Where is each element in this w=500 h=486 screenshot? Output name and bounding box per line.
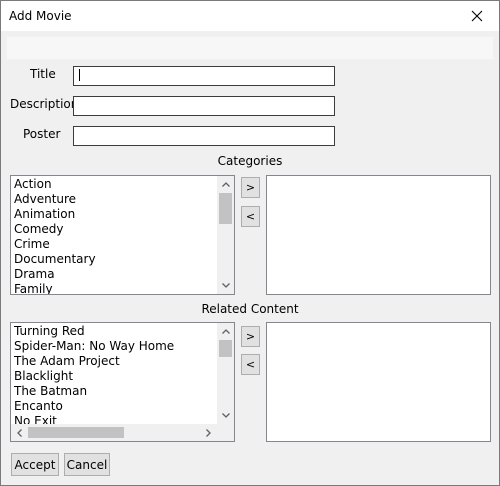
selected-related-listbox[interactable]: [266, 322, 491, 442]
add-movie-dialog: Add Movie Title Description Poster Categ…: [0, 0, 500, 486]
title-input[interactable]: [73, 66, 335, 86]
scroll-up-arrow-icon: [221, 329, 230, 334]
description-label: Description: [10, 97, 79, 111]
related-content-heading: Related Content: [201, 302, 299, 316]
close-icon: [471, 10, 483, 22]
list-item[interactable]: The Batman: [13, 384, 174, 399]
scroll-down-button[interactable]: [217, 407, 234, 424]
list-item[interactable]: Family: [13, 282, 96, 294]
scrollbar-corner: [217, 424, 234, 441]
scroll-up-button[interactable]: [217, 323, 234, 340]
categories-heading: Categories: [217, 154, 283, 168]
poster-label: Poster: [23, 127, 61, 141]
scroll-down-arrow-icon: [221, 283, 230, 288]
list-item[interactable]: Crime: [13, 237, 96, 252]
poster-input[interactable]: [73, 126, 335, 146]
remove-category-button[interactable]: <: [241, 206, 260, 227]
categories-listbox[interactable]: Action Adventure Animation Comedy Crime Docum…: [10, 175, 235, 295]
text-caret: [79, 69, 80, 81]
list-item[interactable]: Blacklight: [13, 369, 174, 384]
categories-vertical-scrollbar[interactable]: [217, 176, 234, 294]
scroll-up-arrow-icon: [221, 182, 230, 187]
related-vertical-scrollbar[interactable]: [217, 323, 234, 424]
scroll-down-button[interactable]: [217, 277, 234, 294]
scroll-down-arrow-icon: [221, 413, 230, 418]
list-item[interactable]: Action: [13, 177, 96, 192]
list-item[interactable]: Adventure: [13, 192, 96, 207]
remove-related-button[interactable]: <: [241, 354, 260, 375]
add-related-button[interactable]: >: [241, 326, 260, 347]
accept-button[interactable]: Accept: [11, 453, 59, 476]
list-item[interactable]: The Adam Project: [13, 354, 174, 369]
related-content-listbox[interactable]: Turning Red Spider-Man: No Way Home The Ad…: [10, 322, 235, 442]
list-item[interactable]: Drama: [13, 267, 96, 282]
scroll-right-button[interactable]: [200, 424, 217, 441]
cancel-button[interactable]: Cancel: [64, 453, 110, 476]
description-input[interactable]: [73, 96, 335, 116]
list-item[interactable]: Animation: [13, 207, 96, 222]
scroll-left-arrow-icon: [17, 428, 22, 437]
list-item[interactable]: Documentary: [13, 252, 96, 267]
scroll-thumb[interactable]: [219, 193, 232, 224]
list-item[interactable]: Comedy: [13, 222, 96, 237]
selected-categories-listbox[interactable]: [266, 175, 491, 295]
window-title: Add Movie: [9, 9, 72, 23]
info-banner: [7, 37, 493, 59]
scroll-right-arrow-icon: [206, 428, 211, 437]
related-content-items: Turning Red Spider-Man: No Way Home The Ad…: [13, 324, 174, 429]
list-item[interactable]: Turning Red: [13, 324, 174, 339]
list-item[interactable]: Spider-Man: No Way Home: [13, 339, 174, 354]
close-button[interactable]: [455, 1, 499, 31]
list-item[interactable]: Encanto: [13, 399, 174, 414]
scroll-left-button[interactable]: [11, 424, 28, 441]
title-bar: Add Movie: [1, 1, 499, 31]
title-label: Title: [30, 67, 56, 81]
scroll-thumb[interactable]: [219, 340, 232, 357]
categories-items: Action Adventure Animation Comedy Crime Docum…: [13, 177, 96, 294]
add-category-button[interactable]: >: [241, 177, 260, 198]
scroll-up-button[interactable]: [217, 176, 234, 193]
horizontal-scroll-thumb[interactable]: [28, 427, 124, 438]
related-horizontal-scrollbar[interactable]: [11, 424, 217, 441]
